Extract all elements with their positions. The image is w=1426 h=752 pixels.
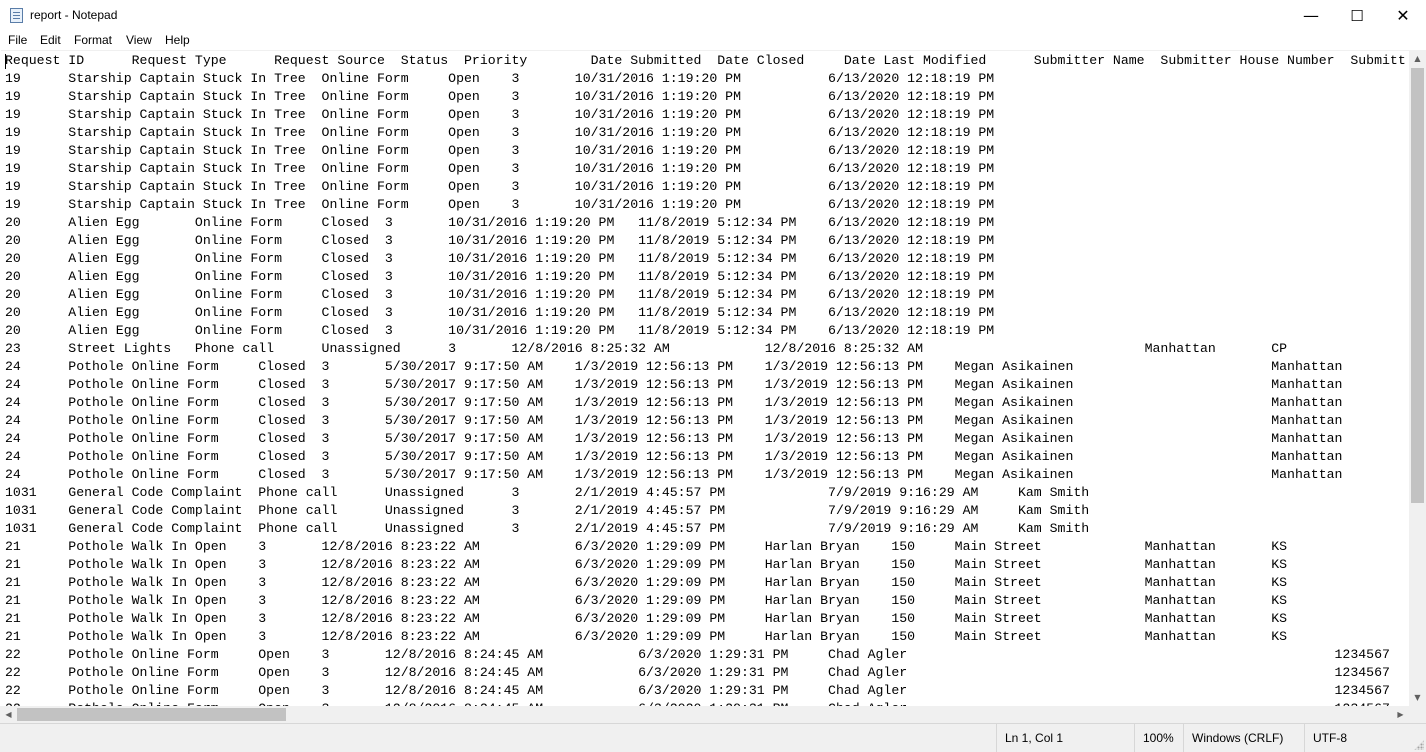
text-line: 20 Alien Egg Online Form Closed 3 10/31/…: [5, 251, 995, 266]
text-line: 22 Pothole Online Form Open 3 12/8/2016 …: [5, 683, 1390, 698]
text-line: 21 Pothole Walk In Open 3 12/8/2016 8:23…: [5, 575, 1288, 590]
menu-help[interactable]: Help: [165, 33, 190, 47]
text-line: 21 Pothole Walk In Open 3 12/8/2016 8:23…: [5, 557, 1288, 572]
text-line: 22 Pothole Online Form Open 3 12/8/2016 …: [5, 665, 1390, 680]
text-line: 24 Pothole Online Form Closed 3 5/30/201…: [5, 359, 1343, 374]
status-bar: Ln 1, Col 1 100% Windows (CRLF) UTF-8: [0, 723, 1426, 752]
menu-edit[interactable]: Edit: [40, 33, 61, 47]
vertical-scrollbar[interactable]: ▲ ▼: [1409, 50, 1426, 706]
text-editor[interactable]: Request ID Request Type Request Source S…: [1, 50, 1409, 707]
menu-bar: File Edit Format View Help: [0, 31, 1426, 50]
scroll-right-arrow-icon[interactable]: ▶: [1392, 706, 1409, 723]
editor-text: Request ID Request Type Request Source S…: [5, 52, 1406, 707]
text-line: 22 Pothole Online Form Open 3 12/8/2016 …: [5, 647, 1390, 662]
text-line: 24 Pothole Online Form Closed 3 5/30/201…: [5, 467, 1343, 482]
text-line: 1031 General Code Complaint Phone call U…: [5, 503, 1090, 518]
text-caret: [5, 54, 6, 69]
text-line: 24 Pothole Online Form Closed 3 5/30/201…: [5, 449, 1343, 464]
text-line: 19 Starship Captain Stuck In Tree Online…: [5, 107, 995, 122]
window-title: report - Notepad: [30, 8, 118, 22]
text-line: 1031 General Code Complaint Phone call U…: [5, 521, 1090, 536]
notepad-icon: [10, 8, 23, 23]
text-line: 19 Starship Captain Stuck In Tree Online…: [5, 89, 995, 104]
scroll-left-arrow-icon[interactable]: ◀: [0, 706, 17, 723]
scroll-down-arrow-icon[interactable]: ▼: [1409, 689, 1426, 706]
text-line: 20 Alien Egg Online Form Closed 3 10/31/…: [5, 233, 995, 248]
text-line: 21 Pothole Walk In Open 3 12/8/2016 8:23…: [5, 539, 1288, 554]
horizontal-scrollbar[interactable]: ◀ ▶: [0, 706, 1409, 723]
text-line: 21 Pothole Walk In Open 3 12/8/2016 8:23…: [5, 611, 1288, 626]
zoom-level: 100%: [1134, 724, 1183, 752]
text-line: Request ID Request Type Request Source S…: [5, 53, 1406, 68]
text-line: 20 Alien Egg Online Form Closed 3 10/31/…: [5, 269, 995, 284]
menu-view[interactable]: View: [126, 33, 152, 47]
text-line: 19 Starship Captain Stuck In Tree Online…: [5, 179, 995, 194]
encoding: UTF-8: [1304, 724, 1426, 752]
line-ending: Windows (CRLF): [1183, 724, 1304, 752]
close-button[interactable]: ✕: [1380, 0, 1426, 31]
scroll-up-arrow-icon[interactable]: ▲: [1409, 50, 1426, 67]
text-line: 21 Pothole Walk In Open 3 12/8/2016 8:23…: [5, 629, 1288, 644]
maximize-button[interactable]: ☐: [1334, 0, 1380, 31]
vertical-scroll-thumb[interactable]: [1411, 68, 1424, 503]
text-line: 23 Street Lights Phone call Unassigned 3…: [5, 341, 1288, 356]
text-line: 20 Alien Egg Online Form Closed 3 10/31/…: [5, 287, 995, 302]
text-line: 20 Alien Egg Online Form Closed 3 10/31/…: [5, 305, 995, 320]
horizontal-scroll-thumb[interactable]: [17, 708, 286, 721]
title-bar[interactable]: report - Notepad — ☐ ✕: [0, 0, 1426, 31]
text-line: 24 Pothole Online Form Closed 3 5/30/201…: [5, 395, 1343, 410]
text-line: 20 Alien Egg Online Form Closed 3 10/31/…: [5, 323, 995, 338]
scrollbar-corner: [1409, 706, 1426, 723]
cursor-position: Ln 1, Col 1: [996, 724, 1134, 752]
text-line: 19 Starship Captain Stuck In Tree Online…: [5, 71, 995, 86]
minimize-button[interactable]: —: [1288, 0, 1334, 31]
text-line: 19 Starship Captain Stuck In Tree Online…: [5, 125, 995, 140]
menu-file[interactable]: File: [8, 33, 27, 47]
text-line: 1031 General Code Complaint Phone call U…: [5, 485, 1090, 500]
text-line: 24 Pothole Online Form Closed 3 5/30/201…: [5, 431, 1343, 446]
text-line: 19 Starship Captain Stuck In Tree Online…: [5, 161, 995, 176]
menu-format[interactable]: Format: [74, 33, 112, 47]
text-line: 21 Pothole Walk In Open 3 12/8/2016 8:23…: [5, 593, 1288, 608]
text-line: 19 Starship Captain Stuck In Tree Online…: [5, 197, 995, 212]
text-line: 24 Pothole Online Form Closed 3 5/30/201…: [5, 377, 1343, 392]
text-line: 20 Alien Egg Online Form Closed 3 10/31/…: [5, 215, 995, 230]
text-line: 24 Pothole Online Form Closed 3 5/30/201…: [5, 413, 1343, 428]
text-line: 19 Starship Captain Stuck In Tree Online…: [5, 143, 995, 158]
